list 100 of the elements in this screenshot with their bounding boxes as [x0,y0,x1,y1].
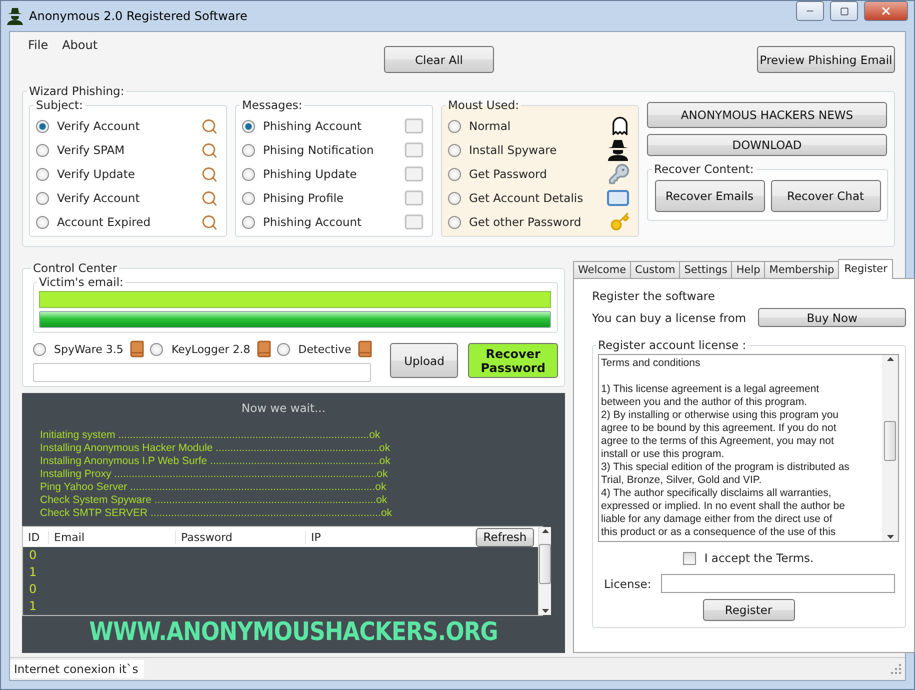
scrollbar[interactable] [538,527,551,615]
option-label: KeyLogger 2.8 [171,342,250,356]
log-line: Initiating system ......................................................................................ok [40,429,382,442]
clear-all-button[interactable]: Clear All [384,46,494,73]
maximize-button[interactable] [830,1,858,21]
radio-button[interactable] [36,192,49,204]
search-icon [201,214,218,230]
option-label: Phising Profile [263,191,345,205]
scroll-thumb[interactable] [539,544,551,584]
option-label: Get Account Detalis [469,191,584,205]
option-label: Verify Account [57,191,141,205]
terms-line: liable for any damage either from the direct use of [601,513,834,526]
option-label: Verify Account [57,119,141,133]
terms-line: 2) By installing or otherwise using this program you [601,409,840,422]
search-icon [201,118,218,134]
scrollbar[interactable] [882,355,898,541]
radio-button[interactable] [448,144,461,156]
menu-item[interactable]: File [22,36,56,54]
menu-item[interactable]: About [56,36,106,54]
radio-button[interactable] [242,192,255,204]
email-field[interactable] [39,291,551,308]
table-cell-text: 0 [28,581,38,598]
log-line: Check System Spyware ............................................................................ok [40,494,388,507]
terms-line: install or use this program. [601,448,726,461]
tab[interactable]: Help [731,261,766,279]
terms-line: agree to be bound by this agreement. If you do not [601,422,838,435]
tab[interactable]: Register [838,259,894,279]
checkbox[interactable] [683,552,696,564]
recover-button[interactable]: Recover Chat [770,180,880,212]
radio-button[interactable] [36,144,49,156]
log-line: Ping Yahoo Server ....................................................................................ok [40,481,388,494]
tab[interactable]: Membership [764,261,840,279]
window-title: Anonymous 2.0 Registered Software [29,9,248,23]
search-icon [201,166,218,182]
terms-line: agree to the terms of this Agreement, you may not [601,435,835,448]
column-header: ID [23,530,49,544]
radio-button[interactable] [36,120,49,132]
scroll-thumb[interactable] [884,421,896,461]
upload-button[interactable]: Upload [390,343,458,378]
recover-password-button[interactable]: Recover Password [468,343,558,378]
radio-button[interactable] [36,168,49,180]
radio-button[interactable] [36,216,49,228]
minimize-button[interactable] [796,1,824,21]
news-button[interactable]: ANONYMOUS HACKERS NEWS [647,102,887,128]
resize-grip-icon [891,664,901,674]
log-line: Installing Anonymous Hacker Module ........................................................ok [40,442,392,455]
download-button[interactable]: DOWNLOAD [647,134,887,156]
terms-line: 4) The author specifically disclaims all warranties, [601,487,832,500]
tab[interactable]: Welcome [573,261,632,279]
option-label: Verify Update [57,167,136,181]
ghost-icon [610,116,630,136]
radio-button[interactable] [448,168,461,180]
radio-button[interactable] [242,120,255,132]
buy-now-button[interactable]: Buy Now [758,308,906,327]
search-icon [201,142,218,158]
radio-button[interactable] [242,216,255,228]
close-icon [880,5,892,17]
license-field[interactable] [661,574,896,593]
intro-text: Register the software [592,289,716,303]
radio-button[interactable] [448,216,461,228]
terms-line: 3) This special edition of the program is distributed as [601,461,850,474]
console-heading: Now we wait... [242,401,326,415]
recover-button[interactable]: Recover Emails [654,180,764,212]
scroll-down-icon[interactable] [886,535,894,539]
group-title: Control Center [32,261,118,275]
register-button[interactable]: Register [702,599,795,621]
search-icon [201,190,218,206]
book-icon [255,340,274,358]
tab[interactable]: Custom [630,261,680,279]
option-label: Get Password [469,167,548,181]
scroll-down-icon[interactable] [542,609,548,613]
book-icon [356,340,374,358]
option-label: Get other Password [469,215,582,229]
group-title: Wizard Phishing: [28,84,126,98]
radio-button[interactable] [242,168,255,180]
option-label: Verify SPAM [57,143,126,157]
radio-button[interactable] [277,342,290,356]
option-label: Phishing Account [263,119,363,133]
scroll-up-icon[interactable] [542,529,548,533]
radio-button[interactable] [150,342,164,356]
tab[interactable]: Settings [679,261,732,279]
key-icon [608,163,630,185]
text-field[interactable] [33,363,371,382]
preview-button[interactable]: Preview Phishing Email [757,46,895,73]
radio-button[interactable] [448,120,461,132]
buy-text: You can buy a license from [592,310,746,324]
option-label: Detective [298,342,352,356]
option-label: SpyWare 3.5 [54,342,124,356]
close-button[interactable] [864,1,908,21]
radio-button[interactable] [33,342,46,356]
refresh-button[interactable]: Refresh [476,528,534,546]
option-label: Phising Notification [263,143,375,157]
radio-button[interactable] [242,144,255,156]
terms-line: Trial, Bronze, Silver, Gold and VIP. [601,474,762,487]
terms-line: 1) This license agreement is a legal agreement [601,383,820,396]
scroll-up-icon[interactable] [886,357,894,361]
log-line: Check SMTP SERVER ...............................................................................ok [40,507,394,520]
log-line: Installing Proxy ..........................................................................................ok [40,468,389,481]
radio-button[interactable] [448,192,461,204]
terms-line: between you and the author of this program. [601,396,808,409]
